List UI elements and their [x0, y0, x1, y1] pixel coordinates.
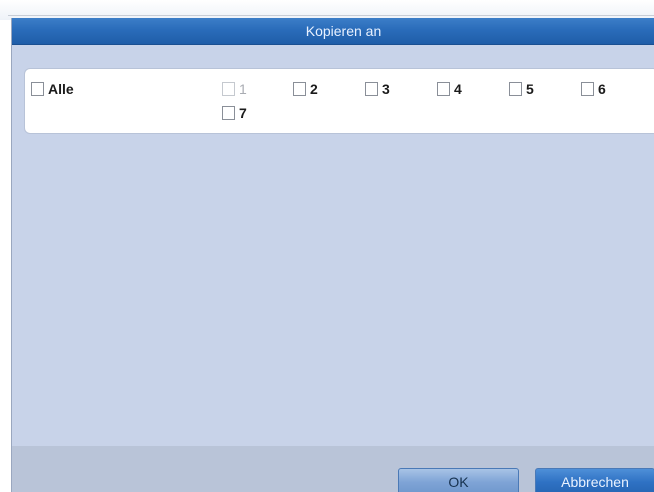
checkbox-icon — [222, 106, 235, 120]
channel-selection-panel: Alle 1 2 3 4 5 6 7 — [24, 68, 654, 134]
channel-4-label: 4 — [454, 81, 462, 97]
channel-5-checkbox[interactable]: 5 — [509, 81, 534, 97]
channel-1-checkbox: 1 — [222, 81, 247, 97]
divider — [8, 15, 654, 16]
checkbox-icon — [509, 82, 522, 96]
all-checkbox[interactable]: Alle — [31, 81, 74, 97]
checkbox-icon — [222, 82, 235, 96]
checkbox-icon — [31, 82, 44, 96]
checkbox-icon — [437, 82, 450, 96]
channel-2-checkbox[interactable]: 2 — [293, 81, 318, 97]
checkbox-icon — [581, 82, 594, 96]
channel-6-label: 6 — [598, 81, 606, 97]
channel-1-label: 1 — [239, 81, 247, 97]
cancel-button[interactable]: Abbrechen — [535, 468, 654, 492]
checkbox-icon — [293, 82, 306, 96]
channel-7-label: 7 — [239, 105, 247, 121]
dialog-title: Kopieren an — [12, 18, 654, 45]
channel-3-label: 3 — [382, 81, 390, 97]
ok-button[interactable]: OK — [398, 468, 519, 492]
channel-5-label: 5 — [526, 81, 534, 97]
copy-to-dialog: Kopieren an Alle 1 2 3 4 5 6 7 OK Abbrec… — [11, 18, 654, 492]
channel-6-checkbox[interactable]: 6 — [581, 81, 606, 97]
background-window-strip — [0, 0, 654, 20]
all-checkbox-label: Alle — [48, 81, 74, 97]
checkbox-icon — [365, 82, 378, 96]
screen: Kopieren an Alle 1 2 3 4 5 6 7 OK Abbrec… — [0, 0, 654, 492]
channel-3-checkbox[interactable]: 3 — [365, 81, 390, 97]
channel-2-label: 2 — [310, 81, 318, 97]
dialog-footer: OK Abbrechen — [12, 446, 654, 492]
channel-4-checkbox[interactable]: 4 — [437, 81, 462, 97]
channel-7-checkbox[interactable]: 7 — [222, 105, 247, 121]
